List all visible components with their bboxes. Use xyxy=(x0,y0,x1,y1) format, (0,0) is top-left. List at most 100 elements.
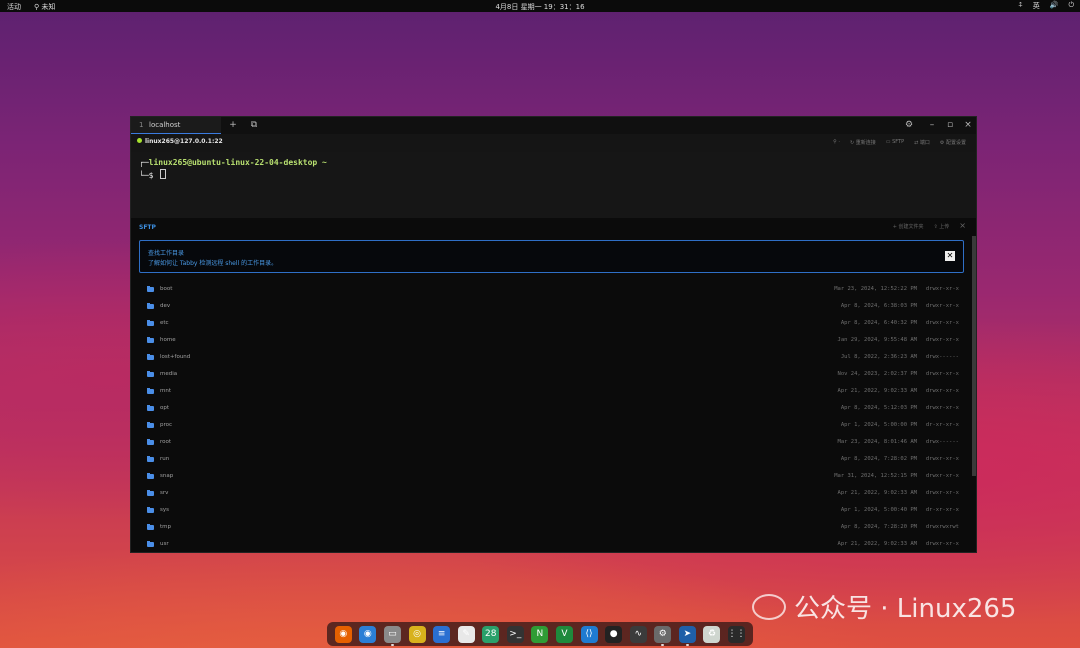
reconnect-button[interactable]: ↻ 重新连接 xyxy=(850,139,876,146)
calendar-icon[interactable]: 28 xyxy=(482,625,500,643)
file-permissions: drwxr-xr-x xyxy=(925,371,959,377)
file-row[interactable]: dev Apr 8, 2024, 6:38:03 PM drwxr-xr-x xyxy=(139,299,959,316)
file-name: etc xyxy=(160,320,169,326)
file-row[interactable]: run Apr 8, 2024, 7:28:02 PM drwxr-xr-x xyxy=(139,452,959,469)
sftp-panel: SFTP + 创建文件夹 ⇪ 上传 × 查找工作目录 了解如何让 Tabby 检… xyxy=(131,218,976,552)
folder-icon xyxy=(147,354,154,360)
sftp-button[interactable]: ▭ SFTP xyxy=(886,139,904,146)
file-modified: Jul 8, 2022, 2:36:23 AM xyxy=(840,354,917,360)
clock[interactable]: 4月8日 星期一 19：31：16 xyxy=(0,2,1080,12)
close-sftp-button[interactable]: × xyxy=(959,221,966,230)
volume-icon[interactable]: 🔊 xyxy=(1050,1,1059,11)
writer-icon[interactable]: ≡ xyxy=(433,625,451,643)
connection-label: linux265@127.0.0.1:22 xyxy=(145,138,223,145)
settings-gear-icon[interactable]: ⚙ xyxy=(902,117,916,134)
file-row[interactable]: home Jan 29, 2024, 9:55:48 AM drwxr-xr-x xyxy=(139,333,959,350)
close-window-button[interactable]: × xyxy=(961,117,975,134)
file-modified: Apr 1, 2024, 5:00:00 PM xyxy=(840,422,917,428)
upload-label: 上传 xyxy=(939,224,950,230)
minimize-button[interactable]: – xyxy=(925,117,939,134)
file-modified: Mar 23, 2024, 12:52:22 PM xyxy=(834,286,917,292)
watermark-text: 公众号 · Linux265 xyxy=(794,594,1017,624)
prompt-line-2: └─$ xyxy=(139,169,167,180)
app-grid-icon[interactable]: ⋮⋮ xyxy=(728,625,746,643)
file-row[interactable]: snap Mar 31, 2024, 12:52:15 PM drwxr-xr-x xyxy=(139,469,959,486)
file-permissions: drwxr-xr-x xyxy=(925,541,959,547)
file-name: usr xyxy=(160,541,169,547)
file-name: boot xyxy=(160,286,173,292)
new-tab-button[interactable]: + xyxy=(226,117,240,134)
pin-icon[interactable]: ⚲ · xyxy=(833,139,840,146)
file-modified: Nov 24, 2023, 2:02:37 PM xyxy=(837,371,917,377)
file-row[interactable]: mnt Apr 21, 2022, 9:02:33 AM drwxr-xr-x xyxy=(139,384,959,401)
text-editor-icon[interactable]: ✎ xyxy=(457,625,475,643)
connection-status: linux265@127.0.0.1:22 xyxy=(137,138,223,145)
file-name: lost+found xyxy=(160,354,191,360)
nvidia-icon[interactable]: N xyxy=(531,625,549,643)
file-name: sys xyxy=(160,507,169,513)
watermark: 公众号 · Linux265 xyxy=(752,588,1016,625)
folder-icon xyxy=(147,439,154,445)
file-row[interactable]: sys Apr 1, 2024, 5:00:40 PM dr-xr-xr-x xyxy=(139,503,959,520)
thunderbird-icon[interactable]: ◉ xyxy=(359,625,377,643)
folder-icon xyxy=(147,286,154,292)
system-tray[interactable]: ⍏ 英 🔊 ⏻ xyxy=(1019,1,1074,11)
tabby-icon[interactable]: ➤ xyxy=(678,625,696,646)
close-notice-button[interactable]: ✕ xyxy=(945,251,955,261)
create-folder-button[interactable]: + 创建文件夹 xyxy=(893,223,924,230)
file-permissions: drwxr-xr-x xyxy=(925,456,959,462)
title-bar: 1 localhost + ⧉ ⚙ – ▫ × xyxy=(131,117,976,134)
firefox-icon[interactable]: ◉ xyxy=(334,625,352,643)
sftp-label: SFTP xyxy=(892,139,905,145)
maximize-button[interactable]: ▫ xyxy=(943,117,957,134)
file-name: root xyxy=(160,439,172,445)
file-name: srv xyxy=(160,490,169,496)
profiles-icon[interactable]: ⧉ xyxy=(247,117,261,134)
file-name: tmp xyxy=(160,524,172,530)
input-method-indicator[interactable]: 英 xyxy=(1033,1,1040,11)
qq-icon[interactable]: ● xyxy=(605,625,623,643)
scrollbar[interactable] xyxy=(972,236,976,476)
folder-icon xyxy=(147,490,154,496)
folder-icon xyxy=(147,524,154,530)
tabby-window: 1 localhost + ⧉ ⚙ – ▫ × linux265@127.0.0… xyxy=(130,116,977,553)
file-row[interactable]: proc Apr 1, 2024, 5:00:00 PM dr-xr-xr-x xyxy=(139,418,959,435)
file-modified: Mar 23, 2024, 8:01:46 AM xyxy=(837,439,917,445)
settings-icon[interactable]: ⚙ xyxy=(654,625,672,646)
file-row[interactable]: opt Apr 8, 2024, 5:12:03 PM drwxr-xr-x xyxy=(139,401,959,418)
tab-localhost[interactable]: 1 localhost xyxy=(131,117,221,134)
files-icon[interactable]: ▭ xyxy=(383,625,401,646)
ports-button[interactable]: ⇄ 端口 xyxy=(914,139,930,146)
vscode-icon[interactable]: ⟨⟩ xyxy=(580,625,598,643)
rhythmbox-icon[interactable]: ◎ xyxy=(408,625,426,643)
file-row[interactable]: etc Apr 8, 2024, 6:40:32 PM drwxr-xr-x xyxy=(139,316,959,333)
file-permissions: drwxr-xr-x xyxy=(925,286,959,292)
file-row[interactable]: boot Mar 23, 2024, 12:52:22 PM drwxr-xr-x xyxy=(139,282,959,299)
system-monitor-icon[interactable]: ∿ xyxy=(629,625,647,643)
upload-button[interactable]: ⇪ 上传 xyxy=(934,223,950,230)
file-permissions: drwxr-xr-x xyxy=(925,490,959,496)
power-icon[interactable]: ⏻ xyxy=(1068,1,1074,11)
file-row[interactable]: lost+found Jul 8, 2022, 2:36:23 AM drwx---… xyxy=(139,350,959,367)
terminal-icon[interactable]: >_ xyxy=(506,625,524,643)
trash-icon[interactable]: ♻ xyxy=(703,625,721,643)
top-bar: 活动 ⚲ 未知 4月8日 星期一 19：31：16 ⍏ 英 🔊 ⏻ xyxy=(0,0,1080,12)
sftp-title: SFTP xyxy=(139,224,156,231)
file-name: mnt xyxy=(160,388,171,394)
file-row[interactable]: usr Apr 21, 2022, 9:02:33 AM drwxr-xr-x xyxy=(139,537,959,554)
terminal-header: linux265@127.0.0.1:22 ⚲ · ↻ 重新连接 ▭ SFTP … xyxy=(131,134,976,152)
file-row[interactable]: tmp Apr 8, 2024, 7:28:20 PM drwxrwxrwt xyxy=(139,520,959,537)
file-permissions: drwxr-xr-x xyxy=(925,320,959,326)
file-modified: Apr 1, 2024, 5:00:40 PM xyxy=(840,507,917,513)
file-row[interactable]: root Mar 23, 2024, 8:01:46 AM drwx------ xyxy=(139,435,959,452)
folder-icon xyxy=(147,371,154,377)
accessibility-icon[interactable]: ⍏ xyxy=(1019,1,1023,11)
file-row[interactable]: srv Apr 21, 2022, 9:02:33 AM drwxr-xr-x xyxy=(139,486,959,503)
file-row[interactable]: media Nov 24, 2023, 2:02:37 PM drwxr-xr-x xyxy=(139,367,959,384)
folder-icon xyxy=(147,388,154,394)
file-name: opt xyxy=(160,405,170,411)
profile-settings-button[interactable]: ⚙ 配置设置 xyxy=(940,139,966,146)
vim-icon[interactable]: V xyxy=(555,625,573,643)
file-permissions: dr-xr-xr-x xyxy=(925,422,959,428)
notice-link[interactable]: 了解如何让 Tabby 检测远程 shell 的工作目录。 xyxy=(148,258,277,267)
